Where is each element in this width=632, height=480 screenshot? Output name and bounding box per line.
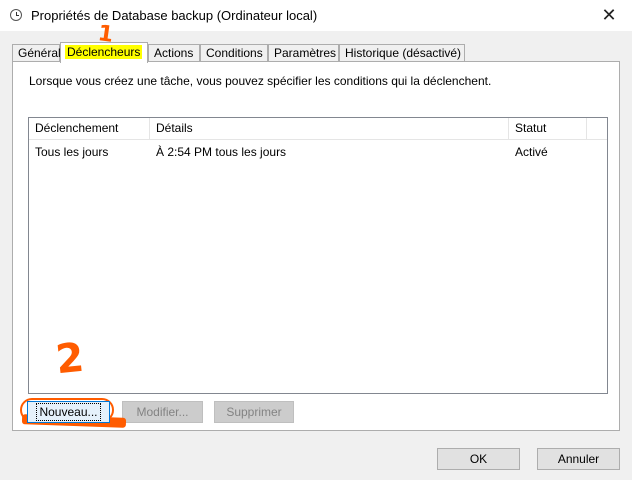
delete-button-label: Supprimer <box>226 405 282 419</box>
window-title: Propriétés de Database backup (Ordinateu… <box>31 8 318 23</box>
annotation-step-2: 2 <box>53 334 87 384</box>
tab-settings[interactable]: Paramètres <box>268 44 339 62</box>
cancel-button[interactable]: Annuler <box>537 448 620 470</box>
title-bar: Propriétés de Database backup (Ordinateu… <box>0 0 632 31</box>
tab-label: Historique (désactivé) <box>345 46 462 60</box>
triggers-list[interactable]: Déclenchement Détails Statut Tous les jo… <box>28 117 608 394</box>
triggers-panel: Lorsque vous créez une tâche, vous pouve… <box>12 61 620 431</box>
tab-label: Général <box>18 46 61 60</box>
list-header: Déclenchement Détails Statut <box>29 118 607 140</box>
tab-history[interactable]: Historique (désactivé) <box>339 44 465 62</box>
column-header-status[interactable]: Statut <box>509 118 587 139</box>
new-button-label: Nouveau... <box>36 403 101 421</box>
cancel-button-label: Annuler <box>557 452 600 466</box>
tab-label: Conditions <box>206 46 263 60</box>
task-clock-icon <box>10 9 22 21</box>
ok-button[interactable]: OK <box>437 448 520 470</box>
tab-label: Paramètres <box>274 46 337 60</box>
ok-button-label: OK <box>469 452 488 466</box>
column-header-details[interactable]: Détails <box>150 118 509 139</box>
tab-actions[interactable]: Actions <box>148 44 200 62</box>
delete-button[interactable]: Supprimer <box>214 401 294 423</box>
tab-general[interactable]: Général <box>12 44 61 62</box>
tab-label: Déclencheurs <box>65 45 143 59</box>
new-button[interactable]: Nouveau... <box>27 401 110 423</box>
tab-label: Actions <box>154 46 194 60</box>
cell-trigger: Tous les jours <box>35 145 109 159</box>
column-header-trigger[interactable]: Déclenchement <box>29 118 150 139</box>
intro-text: Lorsque vous créez une tâche, vous pouve… <box>29 74 492 88</box>
table-row[interactable]: Tous les jours À 2:54 PM tous les jours … <box>29 144 607 164</box>
edit-button[interactable]: Modifier... <box>122 401 203 423</box>
edit-button-label: Modifier... <box>136 405 189 419</box>
close-icon[interactable]: ✕ <box>586 0 632 31</box>
tab-conditions[interactable]: Conditions <box>200 44 268 62</box>
cell-details: À 2:54 PM tous les jours <box>156 145 287 159</box>
cell-status: Activé <box>515 145 548 159</box>
